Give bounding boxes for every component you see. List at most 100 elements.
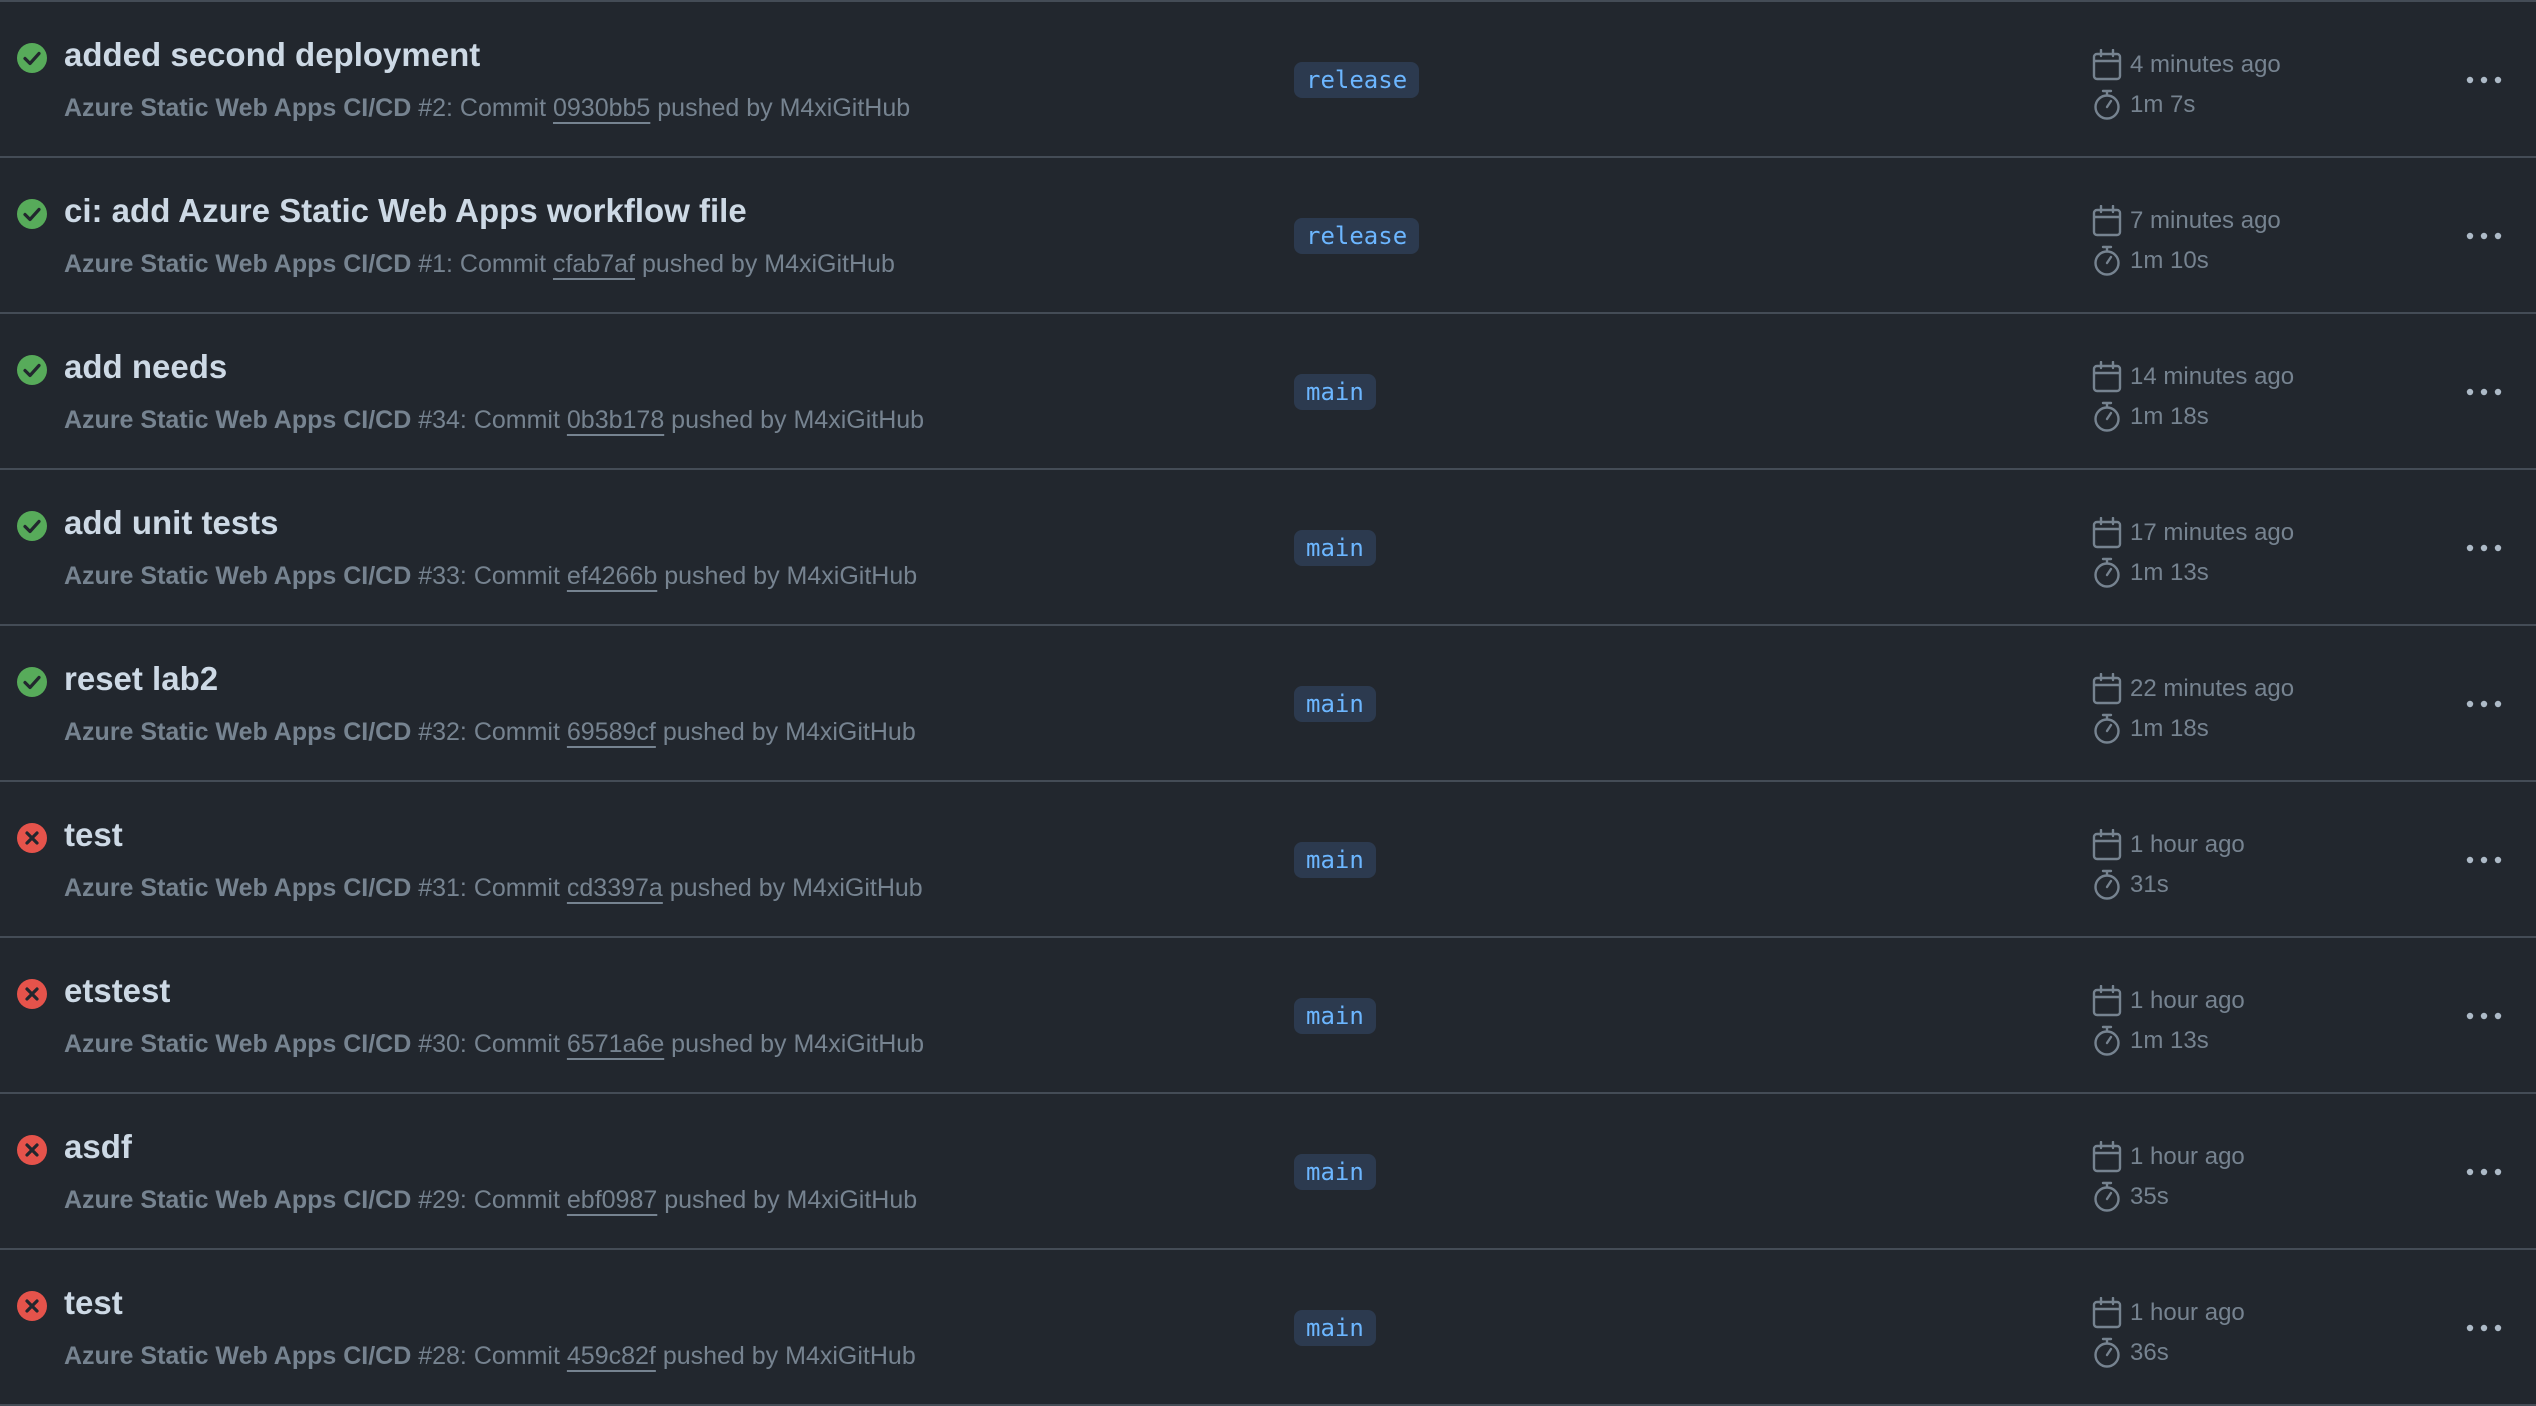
workflow-runs-list: added second deployment Azure Static Web… xyxy=(0,0,2536,1406)
stopwatch-icon xyxy=(2094,245,2120,276)
more-options-button[interactable] xyxy=(2460,838,2508,882)
duration: 1m 18s xyxy=(2130,403,2209,430)
pushed-by: pushed by M4xiGitHub xyxy=(657,94,911,122)
run-title[interactable]: test xyxy=(64,816,123,854)
run-number: #34: Commit xyxy=(418,406,560,434)
stopwatch-icon xyxy=(2094,1181,2120,1212)
stopwatch-icon xyxy=(2094,401,2120,432)
run-date: 22 minutes ago xyxy=(2092,672,2294,706)
run-title[interactable]: add needs xyxy=(64,348,227,386)
branch-label[interactable]: release xyxy=(1294,218,1420,254)
workflow-run-row[interactable]: test Azure Static Web Apps CI/CD #28: Co… xyxy=(0,1250,2536,1406)
run-number: #32: Commit xyxy=(418,718,560,746)
check-circle-icon xyxy=(16,666,48,698)
workflow-run-row[interactable]: test Azure Static Web Apps CI/CD #31: Co… xyxy=(0,782,2536,938)
stopwatch-icon xyxy=(2094,89,2120,120)
x-circle-icon xyxy=(16,822,48,854)
commit-link[interactable]: cfab7af xyxy=(553,250,635,278)
branch-label[interactable]: release xyxy=(1294,62,1420,98)
x-circle-icon xyxy=(16,1290,48,1322)
commit-link[interactable]: 0b3b178 xyxy=(567,406,664,434)
commit-link[interactable]: 69589cf xyxy=(567,718,656,746)
branch-label[interactable]: main xyxy=(1294,374,1376,410)
branch-label[interactable]: main xyxy=(1294,686,1376,722)
time-ago: 7 minutes ago xyxy=(2130,207,2281,234)
run-title[interactable]: added second deployment xyxy=(64,36,480,74)
more-options-button[interactable] xyxy=(2460,682,2508,726)
run-title[interactable]: add unit tests xyxy=(64,504,279,542)
pushed-by: pushed by M4xiGitHub xyxy=(669,874,923,902)
workflow-run-row[interactable]: etstest Azure Static Web Apps CI/CD #30:… xyxy=(0,938,2536,1094)
run-duration: 1m 18s xyxy=(2092,712,2209,746)
workflow-run-row[interactable]: added second deployment Azure Static Web… xyxy=(0,2,2536,158)
branch-label[interactable]: main xyxy=(1294,530,1376,566)
time-ago: 22 minutes ago xyxy=(2130,675,2295,702)
kebab-horizontal-icon xyxy=(2466,76,2502,84)
workflow-run-row[interactable]: add needs Azure Static Web Apps CI/CD #3… xyxy=(0,314,2536,470)
more-options-button[interactable] xyxy=(2460,370,2508,414)
more-options-button[interactable] xyxy=(2460,1306,2508,1350)
branch-label[interactable]: main xyxy=(1294,1154,1376,1190)
kebab-horizontal-icon xyxy=(2466,388,2502,396)
workflow-run-row[interactable]: reset lab2 Azure Static Web Apps CI/CD #… xyxy=(0,626,2536,782)
workflow-name: Azure Static Web Apps CI/CD xyxy=(64,250,412,278)
duration: 1m 13s xyxy=(2130,559,2209,586)
pushed-by: pushed by M4xiGitHub xyxy=(664,562,918,590)
run-title[interactable]: ci: add Azure Static Web Apps workflow f… xyxy=(64,192,747,230)
run-number: #29: Commit xyxy=(418,1186,560,1214)
more-options-button[interactable] xyxy=(2460,58,2508,102)
workflow-name: Azure Static Web Apps CI/CD xyxy=(64,94,412,122)
run-date: 7 minutes ago xyxy=(2092,204,2281,238)
kebab-horizontal-icon xyxy=(2466,1168,2502,1176)
kebab-horizontal-icon xyxy=(2466,700,2502,708)
run-title[interactable]: reset lab2 xyxy=(64,660,218,698)
more-options-button[interactable] xyxy=(2460,1150,2508,1194)
more-options-button[interactable] xyxy=(2460,526,2508,570)
commit-link[interactable]: ef4266b xyxy=(567,562,657,590)
run-meta: Azure Static Web Apps CI/CD #33: Commit … xyxy=(64,562,917,591)
time-ago: 1 hour ago xyxy=(2130,987,2245,1014)
workflow-name: Azure Static Web Apps CI/CD xyxy=(64,1186,412,1214)
workflow-run-row[interactable]: asdf Azure Static Web Apps CI/CD #29: Co… xyxy=(0,1094,2536,1250)
run-number: #1: Commit xyxy=(418,250,547,278)
workflow-name: Azure Static Web Apps CI/CD xyxy=(64,562,412,590)
commit-link[interactable]: cd3397a xyxy=(567,874,663,902)
branch-label[interactable]: main xyxy=(1294,998,1376,1034)
run-title[interactable]: asdf xyxy=(64,1128,132,1166)
branch-label[interactable]: main xyxy=(1294,842,1376,878)
run-duration: 1m 13s xyxy=(2092,556,2209,590)
calendar-icon xyxy=(2092,1141,2122,1173)
workflow-run-row[interactable]: add unit tests Azure Static Web Apps CI/… xyxy=(0,470,2536,626)
pushed-by: pushed by M4xiGitHub xyxy=(662,718,916,746)
duration: 31s xyxy=(2130,871,2169,898)
duration: 1m 13s xyxy=(2130,1027,2209,1054)
commit-link[interactable]: 0930bb5 xyxy=(553,94,650,122)
run-meta: Azure Static Web Apps CI/CD #31: Commit … xyxy=(64,874,923,903)
time-ago: 14 minutes ago xyxy=(2130,363,2295,390)
workflow-run-row[interactable]: ci: add Azure Static Web Apps workflow f… xyxy=(0,158,2536,314)
commit-link[interactable]: ebf0987 xyxy=(567,1186,657,1214)
check-circle-icon xyxy=(16,510,48,542)
run-date: 1 hour ago xyxy=(2092,828,2245,862)
more-options-button[interactable] xyxy=(2460,994,2508,1038)
run-duration: 1m 7s xyxy=(2092,88,2195,122)
branch-label[interactable]: main xyxy=(1294,1310,1376,1346)
workflow-name: Azure Static Web Apps CI/CD xyxy=(64,406,412,434)
run-meta: Azure Static Web Apps CI/CD #2: Commit 0… xyxy=(64,94,910,123)
run-number: #31: Commit xyxy=(418,874,560,902)
time-ago: 4 minutes ago xyxy=(2130,51,2281,78)
commit-link[interactable]: 459c82f xyxy=(567,1342,656,1370)
stopwatch-icon xyxy=(2094,557,2120,588)
x-circle-icon xyxy=(16,978,48,1010)
stopwatch-icon xyxy=(2094,869,2120,900)
run-title[interactable]: etstest xyxy=(64,972,170,1010)
run-number: #30: Commit xyxy=(418,1030,560,1058)
run-title[interactable]: test xyxy=(64,1284,123,1322)
calendar-icon xyxy=(2092,49,2122,81)
kebab-horizontal-icon xyxy=(2466,856,2502,864)
pushed-by: pushed by M4xiGitHub xyxy=(671,406,925,434)
commit-link[interactable]: 6571a6e xyxy=(567,1030,664,1058)
run-meta: Azure Static Web Apps CI/CD #29: Commit … xyxy=(64,1186,917,1215)
more-options-button[interactable] xyxy=(2460,214,2508,258)
workflow-name: Azure Static Web Apps CI/CD xyxy=(64,1342,412,1370)
